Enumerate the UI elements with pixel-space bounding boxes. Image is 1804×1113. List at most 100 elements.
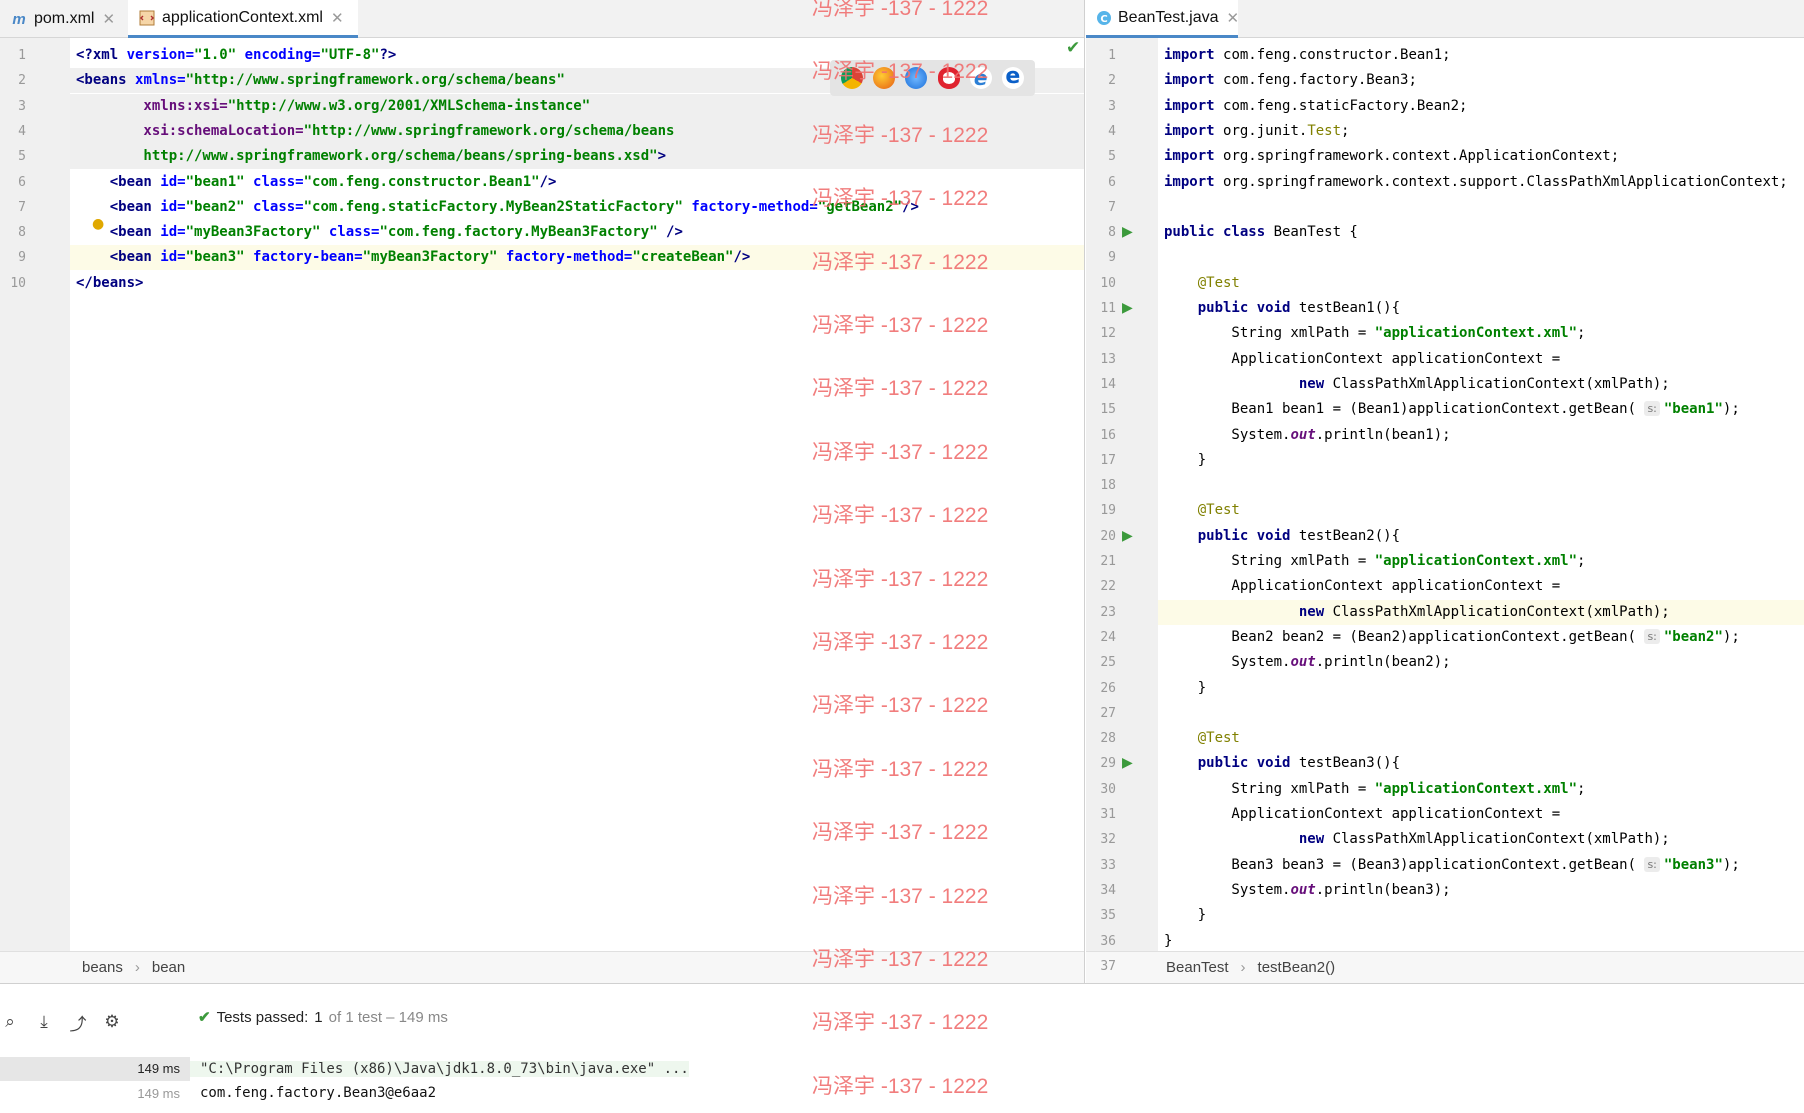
code-line[interactable]: }: [1158, 676, 1804, 701]
java-editor-pane: C BeanTest.java ✕ import com.feng.constr…: [1086, 0, 1804, 983]
line-number: 13: [1100, 351, 1116, 367]
code-token: "applicationContext.xml": [1374, 325, 1578, 342]
breadcrumb-item[interactable]: bean: [152, 959, 185, 976]
code-line[interactable]: public class BeanTest {: [1158, 220, 1804, 245]
run-test-icon[interactable]: ▶: [1122, 528, 1133, 544]
edge-icon[interactable]: e: [1001, 66, 1024, 89]
code-line[interactable]: ApplicationContext applicationContext =: [1158, 802, 1804, 827]
chevron-right-icon: ›: [1240, 959, 1246, 976]
code-line[interactable]: import org.junit.Test;: [1158, 119, 1804, 144]
code-line[interactable]: @Test: [1158, 726, 1804, 751]
code-line[interactable]: String xmlPath = "applicationContext.xml…: [1158, 549, 1804, 574]
code-token: "bean2": [1663, 628, 1723, 645]
code-line[interactable]: public void testBean3(){: [1158, 751, 1804, 776]
code-line[interactable]: <bean id="bean2" class="com.feng.staticF…: [70, 195, 1084, 220]
line-number: 10: [10, 275, 26, 291]
code-line[interactable]: String xmlPath = "applicationContext.xml…: [1158, 777, 1804, 802]
code-token: new: [1298, 603, 1333, 620]
code-line[interactable]: [1158, 195, 1804, 220]
code-line[interactable]: import org.springframework.context.Appli…: [1158, 144, 1804, 169]
breadcrumb-item[interactable]: BeanTest: [1166, 959, 1229, 976]
code-line[interactable]: Bean2 bean2 = (Bean2)applicationContext.…: [1158, 625, 1804, 650]
code-token: System.: [1164, 654, 1291, 671]
close-icon[interactable]: ✕: [331, 9, 344, 27]
ie-icon[interactable]: e: [969, 67, 992, 89]
import-icon[interactable]: ⤓: [34, 1012, 54, 1032]
code-line[interactable]: System.out.println(bean1);: [1158, 423, 1804, 448]
code-line[interactable]: <bean id="myBean3Factory" class="com.fen…: [70, 220, 1084, 245]
tab-bean-test-java[interactable]: C BeanTest.java ✕: [1086, 0, 1240, 38]
code-line[interactable]: public void testBean1(){: [1158, 296, 1804, 321]
output-row[interactable]: 149 ms "C:\Program Files (x86)\Java\jdk1…: [0, 1057, 1804, 1081]
code-line[interactable]: import com.feng.factory.Bean3;: [1158, 68, 1804, 93]
code-line[interactable]: new ClassPathXmlApplicationContext(xmlPa…: [1158, 372, 1804, 397]
close-icon[interactable]: ✕: [102, 10, 115, 28]
code-token: Bean3 bean3 = (Bean3)applicationContext.…: [1164, 856, 1645, 873]
breadcrumb-item[interactable]: beans: [82, 959, 123, 976]
code-line[interactable]: System.out.println(bean2);: [1158, 650, 1804, 675]
code-line[interactable]: @Test: [1158, 271, 1804, 296]
code-line[interactable]: import com.feng.staticFactory.Bean2;: [1158, 94, 1804, 119]
code-line[interactable]: [1158, 245, 1804, 270]
code-line[interactable]: import org.springframework.context.suppo…: [1158, 170, 1804, 195]
close-icon[interactable]: ✕: [1227, 9, 1240, 27]
firefox-icon[interactable]: [873, 67, 896, 89]
code-line[interactable]: ApplicationContext applicationContext =: [1158, 347, 1804, 372]
line-number: 8: [18, 225, 26, 241]
code-token: <bean: [76, 224, 161, 241]
code-line[interactable]: System.out.println(bean3);: [1158, 878, 1804, 903]
search-history-icon[interactable]: ⌕: [0, 1012, 20, 1032]
code-line[interactable]: [1158, 701, 1804, 726]
line-number: 15: [1100, 402, 1116, 418]
code-line[interactable]: <bean id="bean3" factory-bean="myBean3Fa…: [70, 245, 1084, 271]
code-line[interactable]: }: [1158, 929, 1804, 952]
code-line[interactable]: }: [1158, 448, 1804, 473]
code-token: <bean: [76, 173, 161, 190]
code-token: "bean3": [185, 249, 254, 266]
code-line[interactable]: xmlns:xsi="http://www.w3.org/2001/XMLSch…: [70, 93, 1084, 119]
code-line[interactable]: Bean3 bean3 = (Bean3)applicationContext.…: [1158, 853, 1804, 878]
code-line[interactable]: <bean id="bean1" class="com.feng.constru…: [70, 170, 1084, 195]
code-token: />: [733, 249, 751, 266]
code-line[interactable]: xsi:schemaLocation="http://www.springfra…: [70, 118, 1084, 144]
code-line[interactable]: http://www.springframework.org/schema/be…: [70, 144, 1084, 170]
code-token: out: [1290, 881, 1316, 898]
status-prefix: Tests passed:: [216, 1008, 309, 1026]
run-test-icon[interactable]: ▶: [1122, 224, 1133, 240]
export-icon[interactable]: ⤴: [68, 1012, 88, 1035]
breadcrumb-item[interactable]: testBean2(): [1258, 959, 1336, 976]
line-number: 1: [1108, 48, 1116, 63]
code-token: );: [1722, 856, 1740, 873]
code-token: ;: [1577, 553, 1586, 569]
gear-icon[interactable]: ⚙: [102, 1012, 122, 1032]
safari-icon[interactable]: [905, 67, 928, 89]
code-line[interactable]: String xmlPath = "applicationContext.xml…: [1158, 321, 1804, 346]
code-line[interactable]: </beans>: [70, 271, 1084, 296]
opera-icon[interactable]: [937, 67, 960, 89]
code-line[interactable]: @Test: [1158, 498, 1804, 523]
code-line[interactable]: public void testBean2(){: [1158, 524, 1804, 549]
code-token: />: [539, 173, 557, 190]
code-line[interactable]: Bean1 bean1 = (Bean1)applicationContext.…: [1158, 397, 1804, 422]
tab-application-context-xml[interactable]: applicationContext.xml ✕: [128, 0, 358, 38]
code-line[interactable]: ApplicationContext applicationContext =: [1158, 574, 1804, 599]
code-line[interactable]: [1158, 473, 1804, 498]
run-test-icon[interactable]: ▶: [1122, 755, 1133, 771]
code-token: ApplicationContext applicationContext =: [1164, 350, 1561, 367]
xml-code-area[interactable]: <?xml version="1.0" encoding="UTF-8"?> <b…: [70, 38, 1084, 951]
code-line[interactable]: import com.feng.constructor.Bean1;: [1158, 43, 1804, 68]
code-line[interactable]: }: [1158, 903, 1804, 928]
code-line[interactable]: new ClassPathXmlApplicationContext(xmlPa…: [1158, 827, 1804, 852]
line-number: 17: [1100, 452, 1116, 468]
code-line[interactable]: new ClassPathXmlApplicationContext(xmlPa…: [1158, 599, 1804, 625]
run-test-icon[interactable]: ▶: [1122, 300, 1133, 316]
chrome-icon[interactable]: [841, 67, 864, 89]
output-row[interactable]: 149 ms com.feng.factory.Bean3@e6aa2: [0, 1081, 1804, 1105]
lightbulb-icon[interactable]: ●: [92, 216, 104, 232]
tab-pom-xml[interactable]: m pom.xml ✕: [0, 0, 128, 38]
java-code-area[interactable]: import com.feng.constructor.Bean1; import…: [1158, 38, 1804, 951]
